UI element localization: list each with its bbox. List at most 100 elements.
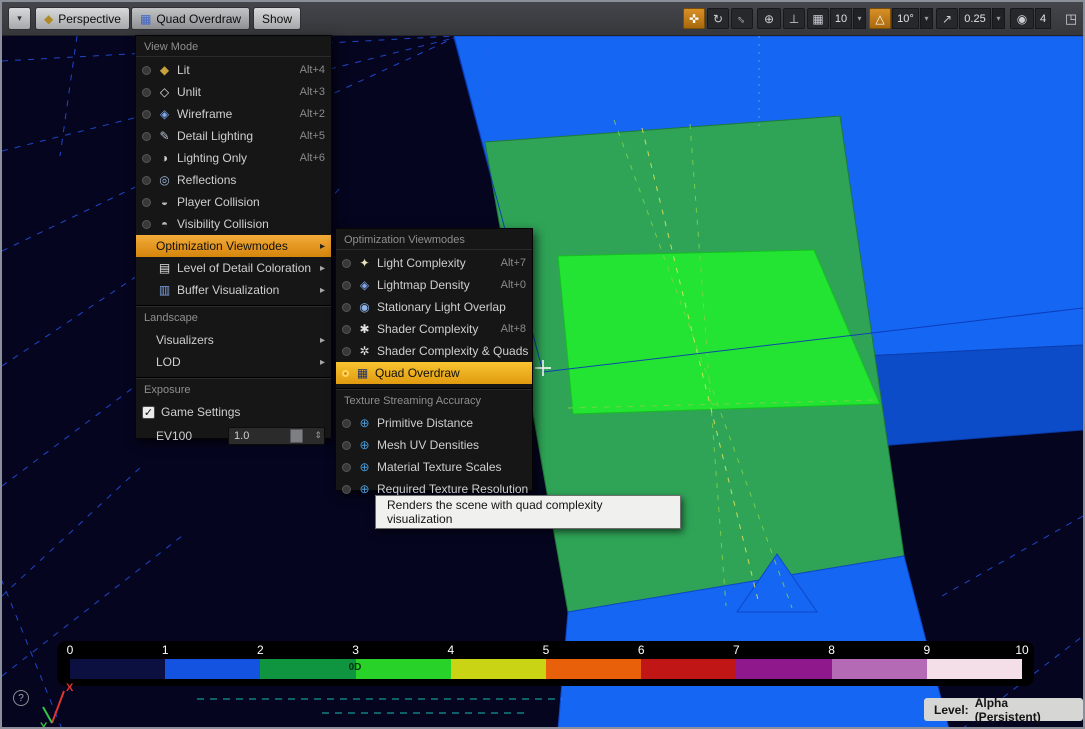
radio-indicator: [342, 325, 351, 334]
optviz-item-lightmap-density[interactable]: ◈ Lightmap Density Alt+0: [336, 274, 532, 296]
shader-complexity-quads-icon: ✲: [356, 344, 373, 358]
viewmode-item-wireframe[interactable]: ◈ Wireframe Alt+2: [136, 103, 331, 125]
rotation-snap-value-text: 10°: [897, 13, 914, 25]
optviz-item-stationary-light-overlap[interactable]: ◉ Stationary Light Overlap: [336, 296, 532, 318]
legend-segment-8-9: [832, 659, 927, 679]
required-texture-resolution-icon: ⊕: [356, 482, 373, 496]
menu-item-shortcut: Alt+5: [300, 130, 325, 142]
coordinate-system-button[interactable]: ⊕: [757, 8, 781, 29]
caret-down-icon: ▾: [924, 14, 928, 23]
legend-segment-4-5: [451, 659, 546, 679]
rotate-tool-button[interactable]: ↻: [707, 8, 729, 29]
game-settings-checkbox[interactable]: ✓: [142, 406, 155, 419]
legend-tick-10: 10: [1015, 643, 1028, 657]
perspective-button[interactable]: ◆ Perspective: [35, 7, 130, 30]
optimization-viewmodes-submenu: Optimization Viewmodes ✦ Light Complexit…: [335, 228, 533, 491]
check-icon: ✓: [144, 407, 153, 419]
grid-snap-value[interactable]: 10: [830, 8, 852, 29]
viewmode-item-detail-lighting[interactable]: ✎ Detail Lighting Alt+5: [136, 125, 331, 147]
legend-tick-8: 8: [828, 643, 835, 657]
viewmode-item-lighting-only[interactable]: ◑ Lighting Only Alt+6: [136, 147, 331, 169]
viewport-toolbar: ▾ ◆ Perspective ▦ Quad Overdraw Show ✜ ↻…: [2, 2, 1083, 36]
menu-item-shortcut: Alt+3: [300, 86, 325, 98]
legend-colorbar: [70, 659, 1022, 679]
submenu-arrow-icon: ▸: [320, 357, 325, 368]
scale-snap-toggle-button[interactable]: ↗: [936, 8, 958, 29]
material-texture-scales-icon: ⊕: [356, 460, 373, 474]
radio-indicator: [342, 281, 351, 290]
ev100-slider-handle[interactable]: [290, 429, 303, 443]
optviz-item-shader-complexity-quads[interactable]: ✲ Shader Complexity & Quads: [336, 340, 532, 362]
viewmode-grid-icon: ▦: [140, 12, 151, 26]
legend-tick-4: 4: [447, 643, 454, 657]
viewmode-item-player-collision[interactable]: ◒ Player Collision: [136, 191, 331, 213]
camera-speed-button[interactable]: ◉: [1010, 8, 1034, 29]
legend-tick-3: 3: [352, 643, 359, 657]
menu-item-shortcut: Alt+0: [501, 279, 526, 291]
radio-indicator: [342, 441, 351, 450]
globe-icon: ⊕: [764, 12, 774, 26]
player-collision-icon: ◒: [156, 195, 173, 209]
surface-snap-icon: ⊥: [789, 12, 799, 26]
menu-item-label: Lit: [177, 63, 290, 77]
viewmode-button[interactable]: ▦ Quad Overdraw: [131, 7, 250, 30]
viewmode-item-unlit[interactable]: ◇ Unlit Alt+3: [136, 81, 331, 103]
radio-indicator: [142, 132, 151, 141]
landscape-item-visualizers[interactable]: Visualizers ▸: [136, 329, 331, 351]
scale-tool-button[interactable]: ⇔: [731, 8, 753, 29]
game-settings-row[interactable]: ✓ Game Settings: [136, 401, 331, 423]
optviz-item-quad-overdraw[interactable]: ▦ Quad Overdraw: [336, 362, 532, 384]
submenu-arrow-icon: ▸: [320, 335, 325, 346]
viewmode-item-optimization-viewmodes[interactable]: Optimization Viewmodes ▸: [136, 235, 331, 257]
texstream-item-material-texture-scales[interactable]: ⊕ Material Texture Scales: [336, 456, 532, 478]
viewport-options-button[interactable]: ▾: [8, 7, 31, 30]
landscape-item-lod[interactable]: LOD ▸: [136, 351, 331, 373]
optviz-item-shader-complexity[interactable]: ✱ Shader Complexity Alt+8: [336, 318, 532, 340]
show-button[interactable]: Show: [253, 7, 301, 30]
menu-item-label: Required Texture Resolution: [377, 482, 528, 496]
menu-item-label: Material Texture Scales: [377, 460, 526, 474]
scale-snap-dropdown[interactable]: ▾: [992, 8, 1005, 29]
show-label: Show: [262, 12, 292, 26]
camera-speed-value[interactable]: 4: [1035, 8, 1051, 29]
ev100-label: EV100: [156, 429, 192, 443]
optimization-submenu-header: Optimization Viewmodes: [336, 229, 532, 250]
rotation-snap-toggle-button[interactable]: △: [869, 8, 891, 29]
viewmode-item-visibility-collision[interactable]: ◓ Visibility Collision: [136, 213, 331, 235]
optviz-item-light-complexity[interactable]: ✦ Light Complexity Alt+7: [336, 252, 532, 274]
texstream-item-mesh-uv-densities[interactable]: ⊕ Mesh UV Densities: [336, 434, 532, 456]
viewmode-item-lit[interactable]: ◆ Lit Alt+4: [136, 59, 331, 81]
radio-indicator: [142, 66, 151, 75]
radio-indicator: [142, 110, 151, 119]
axis-x-label: X: [66, 682, 74, 694]
menu-item-label: Light Complexity: [377, 256, 491, 270]
grid-snap-toggle-button[interactable]: ▦: [807, 8, 829, 29]
unreal-editor-viewport-window: ▾ ◆ Perspective ▦ Quad Overdraw Show ✜ ↻…: [0, 0, 1085, 729]
ev100-spinbox[interactable]: 1.0 ⇕: [228, 427, 325, 445]
maximize-viewport-button[interactable]: ◳: [1062, 8, 1080, 29]
translate-tool-button[interactable]: ✜: [683, 8, 705, 29]
tooltip-text: Renders the scene with quad complexity v…: [387, 498, 669, 526]
menu-item-label: Player Collision: [177, 195, 315, 209]
scale-snap-value[interactable]: 0.25: [959, 8, 991, 29]
legend-tick-5: 5: [543, 643, 550, 657]
rotation-snap-value[interactable]: 10°: [892, 8, 919, 29]
texstream-item-primitive-distance[interactable]: ⊕ Primitive Distance: [336, 412, 532, 434]
viewmode-item-buffer-visualization[interactable]: ▥ Buffer Visualization ▸: [136, 279, 331, 301]
stationary-light-overlap-icon: ◉: [356, 300, 373, 314]
menu-item-label: Lightmap Density: [377, 278, 491, 292]
rotation-snap-dropdown[interactable]: ▾: [920, 8, 933, 29]
grid-snap-dropdown[interactable]: ▾: [853, 8, 866, 29]
mesh-uv-densities-icon: ⊕: [356, 438, 373, 452]
viewmode-item-reflections[interactable]: ◎ Reflections: [136, 169, 331, 191]
legend-segment-7-8: [736, 659, 831, 679]
radio-indicator: [342, 485, 351, 494]
lightmap-density-icon: ◈: [356, 278, 373, 292]
ev100-row: EV100 1.0 ⇕: [136, 423, 331, 449]
viewmode-item-lod-coloration[interactable]: ▤ Level of Detail Coloration ▸: [136, 257, 331, 279]
menu-item-label: Reflections: [177, 173, 315, 187]
legend-tick-7: 7: [733, 643, 740, 657]
menu-item-label: Lighting Only: [177, 151, 290, 165]
quad-overdraw-icon: ▦: [354, 366, 371, 380]
surface-snapping-button[interactable]: ⊥: [783, 8, 805, 29]
